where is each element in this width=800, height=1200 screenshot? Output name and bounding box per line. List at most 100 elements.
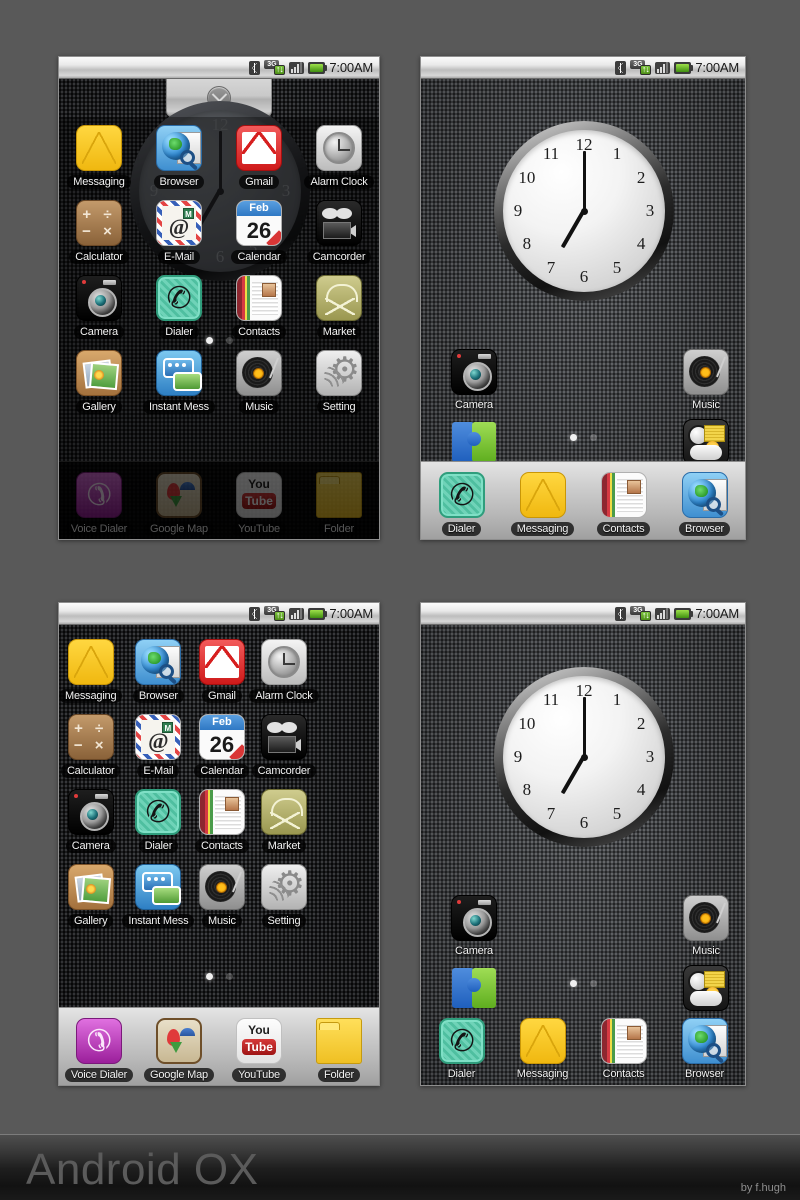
app-icon-camera[interactable]: Camera (451, 895, 497, 957)
app-icon-music[interactable]: Music (683, 895, 729, 957)
page-dot (589, 434, 597, 441)
browser-icon (681, 471, 728, 518)
app-icon-voice-dialer[interactable]: Voice Dialer (59, 1017, 139, 1082)
app-icon-contacts[interactable]: Contacts (194, 789, 249, 853)
app-icon-puzzle[interactable] (451, 419, 497, 465)
cam-icon (67, 789, 114, 835)
app-icon-camera[interactable]: Camera (451, 349, 497, 411)
app-icon-market[interactable]: Market (249, 789, 318, 853)
cam-icon (76, 275, 122, 321)
camcorder-icon (316, 200, 362, 246)
app-label: Camera (455, 399, 493, 411)
app-icon-camera[interactable]: Camera (59, 275, 139, 339)
app-icon-youtube[interactable]: You Tube (219, 1017, 299, 1082)
status-bar: 3G 7:00AM (421, 57, 745, 79)
puzzle-icon (451, 965, 497, 1011)
app-icon-youtube[interactable]: You Tube (219, 471, 299, 536)
signal-icon (289, 607, 305, 620)
setting-icon (260, 862, 307, 910)
app-icon-weather[interactable] (683, 965, 729, 1011)
battery-icon (308, 607, 328, 620)
app-icon-gallery[interactable]: Gallery (59, 350, 139, 414)
app-icon-camcorder[interactable]: Camcorder (299, 200, 379, 264)
app-icon-alarm-clock[interactable]: Alarm Clock (299, 125, 379, 189)
setting-icon (316, 348, 362, 396)
app-icon-messaging[interactable]: Messaging (502, 1018, 583, 1080)
app-icon-contacts[interactable]: Contacts (583, 1018, 664, 1080)
app-icon-contacts[interactable]: Contacts (583, 471, 664, 536)
app-icon-dialer[interactable]: Dialer (139, 275, 219, 339)
status-bar: 3G 7:00AM (421, 603, 745, 625)
app-icon-dialer[interactable]: Dialer (421, 1018, 502, 1080)
app-icon-voice-dialer[interactable]: Voice Dialer (59, 471, 139, 536)
app-icon-instant-mess[interactable]: Instant Mess (122, 864, 195, 928)
app-icon-google-map[interactable]: Google Map (139, 471, 219, 536)
app-icon-gmail[interactable]: Gmail (219, 125, 299, 189)
dock: Dialer Messaging Contacts Browser (421, 1007, 745, 1085)
app-label: Gallery (67, 914, 114, 928)
app-label: Browser (679, 521, 730, 536)
clock-numeral: 5 (612, 804, 622, 824)
page-dot (589, 980, 597, 987)
bottom-banner: Android OX by f.hugh (0, 1134, 800, 1200)
app-icon-weather[interactable] (683, 419, 729, 465)
app-icon-browser[interactable]: Browser (664, 1018, 745, 1080)
market-icon (260, 789, 307, 835)
app-icon-calendar[interactable]: Feb 26 Calendar (194, 714, 250, 778)
app-label: Contacts (596, 521, 651, 536)
app-icon-setting[interactable]: Setting (299, 348, 379, 414)
app-icon-folder[interactable]: Folder (299, 1017, 379, 1082)
bluetooth-icon (249, 606, 261, 621)
app-icon-calculator[interactable]: Calculator (59, 714, 122, 778)
wallpaper: 121234567891011 Camera Music Dialer Messag… (421, 79, 745, 539)
app-icon-browser[interactable]: Browser (664, 471, 745, 536)
app-icon-instant-mess[interactable]: Instant Mess (139, 350, 219, 414)
app-icon-market[interactable]: Market (299, 275, 379, 339)
analog-clock-widget[interactable]: 121234567891011 (494, 121, 674, 301)
app-icon-google-map[interactable]: Google Map (139, 1017, 219, 1082)
puzzle-icon (451, 419, 497, 465)
app-icon-folder[interactable]: Folder (299, 471, 379, 536)
3g-data-icon: 3G (264, 606, 286, 621)
messaging-icon (519, 1018, 566, 1064)
weather-icon (683, 419, 729, 465)
app-icon-camera[interactable]: Camera (59, 789, 122, 853)
battery-icon (308, 61, 328, 74)
analog-clock-widget[interactable]: 121234567891011 (494, 667, 674, 847)
app-icon-e-mail[interactable]: @ M E-Mail (139, 200, 219, 264)
dialer-icon (135, 789, 182, 835)
app-icon-calculator[interactable]: Calculator (59, 200, 139, 264)
app-label: Camcorder (251, 764, 317, 778)
status-bar: 3G 7:00AM (59, 57, 379, 79)
app-icon-setting[interactable]: Setting (249, 862, 318, 928)
app-icon-alarm-clock[interactable]: Alarm Clock (249, 639, 319, 703)
app-icon-browser[interactable]: Browser (122, 639, 194, 703)
app-icon-e-mail[interactable]: @ M E-Mail (122, 714, 194, 778)
app-icon-browser[interactable]: Browser (139, 125, 219, 189)
app-icon-contacts[interactable]: Contacts (219, 275, 299, 339)
app-icon-gmail[interactable]: Gmail (194, 639, 249, 703)
app-icon-calendar[interactable]: Feb 26 Calendar (219, 200, 299, 264)
app-icon-music[interactable]: Music (219, 350, 299, 414)
app-icon-puzzle[interactable] (451, 965, 497, 1011)
app-icon-messaging[interactable]: Messaging (59, 125, 139, 189)
clock-numeral: 1 (612, 689, 622, 709)
dialer-icon (438, 1018, 485, 1064)
youtube-icon (236, 471, 282, 518)
app-label: Dialer (138, 839, 179, 853)
music-icon (683, 349, 729, 395)
folder-icon (316, 1017, 362, 1064)
app-label: Messaging (510, 521, 575, 536)
app-grid: Messaging Browser Gmail Alarm Clock Calculat… (59, 639, 319, 928)
app-icon-dialer[interactable]: Dialer (122, 789, 194, 853)
app-icon-messaging[interactable]: Messaging (59, 639, 123, 703)
app-icon-camcorder[interactable]: Camcorder (249, 714, 318, 778)
clock-minute-hand (582, 697, 586, 757)
app-icon-music[interactable]: Music (683, 349, 729, 411)
app-icon-music[interactable]: Music (194, 864, 249, 928)
app-icon-dialer[interactable]: Dialer (421, 471, 502, 536)
browser-icon (681, 1018, 728, 1064)
app-icon-messaging[interactable]: Messaging (502, 471, 583, 536)
app-icon-gallery[interactable]: Gallery (59, 864, 122, 928)
signal-icon (655, 607, 671, 620)
